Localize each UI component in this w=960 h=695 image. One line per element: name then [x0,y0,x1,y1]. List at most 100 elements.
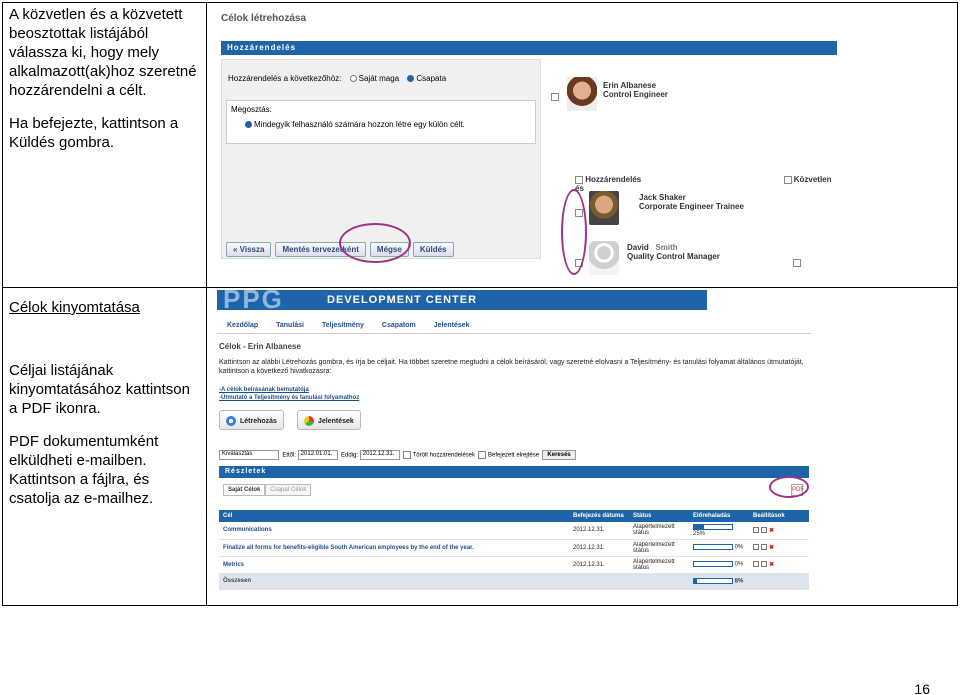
table-row-assign: A közvetlen és a közvetett beosztottak l… [3,3,957,288]
table-header: Cél Befejezés dátuma Státus Előrehaladás… [219,510,809,522]
summary-row: Összesen 8% [219,573,809,590]
goal-status: Alapértelmezett státus [629,556,689,574]
user-name: Jack Shaker [639,193,686,202]
summary-label: Összesen [219,573,569,590]
goal-list-screenshot: PPG DEVELOPMENT CENTER Kezdőlap Tanulási T… [217,290,811,590]
instruction-select-employees: A közvetlen és a közvetett beosztottak l… [9,6,197,99]
back-button[interactable]: « Vissza [226,242,272,257]
link-guide[interactable]: -Útmutató a Teljesítmény és tanulási fol… [219,394,359,402]
from-label: Ettől: [282,452,297,459]
highlight-pdf-ellipse [769,476,809,498]
table-row: Finalize all forms for benefits-eligible… [219,539,809,557]
radio-self-label: Saját maga [358,74,400,83]
radio-share-each[interactable] [245,121,252,129]
summary-progress: 8% [689,573,749,590]
app-header: PPG DEVELOPMENT CENTER [217,290,707,314]
select-dropdown[interactable]: Kiválasztás [219,450,279,460]
user-direct-checkbox[interactable] [793,259,801,267]
search-button[interactable]: Keresés [542,450,576,460]
progress-bar [693,561,733,568]
copy-icon[interactable] [761,527,767,533]
table-row-print: Célok kinyomtatása Céljai listájának kin… [3,288,957,605]
goal-date: 2012.12.31. [569,539,629,557]
col-goal: Cél [219,510,569,522]
goal-actions: ✖ [749,539,809,557]
to-label: Eddig: [341,452,359,459]
delete-icon[interactable]: ✖ [769,561,774,568]
goal-actions: ✖ [749,522,809,540]
nav-learning[interactable]: Tanulási [276,322,304,329]
col-date: Befejezés dátuma [569,510,629,522]
section-bar: Hozzárendelés [221,41,837,55]
goal-link[interactable]: Communications [219,522,569,540]
assign-label: Hozzárendelés a következőhöz: [228,74,342,83]
tab-team-goals[interactable]: Csapat Célok [265,484,312,496]
user-checkbox[interactable] [551,93,559,101]
reports-icon [304,416,314,426]
goal-creation-screenshot: Célok létrehozása Hozzárendelés Hozzáren… [217,7,837,279]
highlight-cancel-ellipse [339,223,411,263]
user-name: Erin Albanese [603,81,657,90]
col-progress: Előrehaladás [689,510,749,522]
goal-progress: 0% [689,556,749,574]
radio-team[interactable] [407,75,415,83]
user-title: Quality Control Manager [627,252,720,261]
radio-self[interactable] [349,75,357,83]
instruction-email: PDF dokumentumként elküldheti e-mailben.… [9,433,159,507]
document-table: A közvetlen és a közvetett beosztottak l… [2,2,958,606]
user-name: David Smith [627,243,678,252]
copy-icon[interactable] [761,544,767,551]
edit-icon[interactable] [753,544,759,551]
create-button[interactable]: Létrehozás [219,410,284,430]
tab-my-goals[interactable]: Saját Célok [223,484,266,496]
highlight-checkbox-ellipse [561,189,587,275]
screenshot-cell: PPG DEVELOPMENT CENTER Kezdőlap Tanulási T… [207,288,957,605]
help-links: -A célok beírásának bemutatója -Útmutató… [219,386,359,402]
deleted-checkbox[interactable] [403,451,412,459]
progress-bar [693,544,733,551]
assign-line: Hozzárendelés a következőhöz: Saját maga… [228,74,446,83]
employee-list: Erin Albanese Control Engineer Hozzárend… [547,59,837,279]
goal-progress: 0% [689,539,749,557]
goal-actions: ✖ [749,556,809,574]
nav-performance[interactable]: Teljesítmény [322,322,364,329]
radio-team-label: Csapata [416,74,447,83]
avatar [567,77,597,111]
delete-icon[interactable]: ✖ [769,527,774,534]
direct-all-checkbox[interactable] [783,175,792,184]
nav-reports[interactable]: Jelentések [434,322,470,329]
banner-title: DEVELOPMENT CENTER [327,294,478,306]
user-title: Control Engineer [603,90,668,99]
progress-bar [693,577,733,584]
create-icon [226,416,236,426]
goal-link[interactable]: Metrics [219,556,569,574]
share-option-label: Mindegyik felhasználó számára hozzon lét… [254,120,465,129]
assign-all-checkbox[interactable] [575,175,583,184]
to-date-input[interactable]: 2012.12.31. [359,450,400,460]
send-button[interactable]: Küldés [412,242,454,257]
filter-bar: Kiválasztás Ettől: 2012.01.01. Eddig: 20… [219,450,576,460]
edit-icon[interactable] [753,561,759,568]
hide-completed-checkbox[interactable] [478,451,487,459]
link-goal-demo[interactable]: -A célok beírásának bemutatója [219,386,359,394]
screen-title: Célok létrehozása [221,13,307,24]
intro-text: Kattintson az alábbi Létrehozás gombra, … [219,359,804,375]
delete-icon[interactable]: ✖ [769,544,774,551]
instructions-cell: Célok kinyomtatása Céljai listájának kin… [3,288,207,605]
goal-status: Alapértelmezett státus [629,522,689,540]
share-label: Megosztás: [231,105,272,114]
goal-link[interactable]: Finalize all forms for benefits-eligible… [219,539,569,557]
reports-button[interactable]: Jelentések [297,410,361,430]
page-number: 16 [914,681,930,695]
edit-icon[interactable] [753,527,759,533]
col-settings: Beállítások [749,510,809,522]
nav-my-team[interactable]: Csapatom [382,322,416,329]
main-nav: Kezdőlap Tanulási Teljesítmény Csapatom Jele… [217,318,811,334]
goal-date: 2012.12.31. [569,522,629,540]
nav-home[interactable]: Kezdőlap [227,322,258,329]
from-date-input[interactable]: 2012.01.01. [297,450,338,460]
copy-icon[interactable] [761,561,767,568]
progress-bar [693,524,733,530]
instruction-pdf: Céljai listájának kinyomtatásához kattin… [9,362,190,417]
section-heading: Célok kinyomtatása [9,299,140,316]
